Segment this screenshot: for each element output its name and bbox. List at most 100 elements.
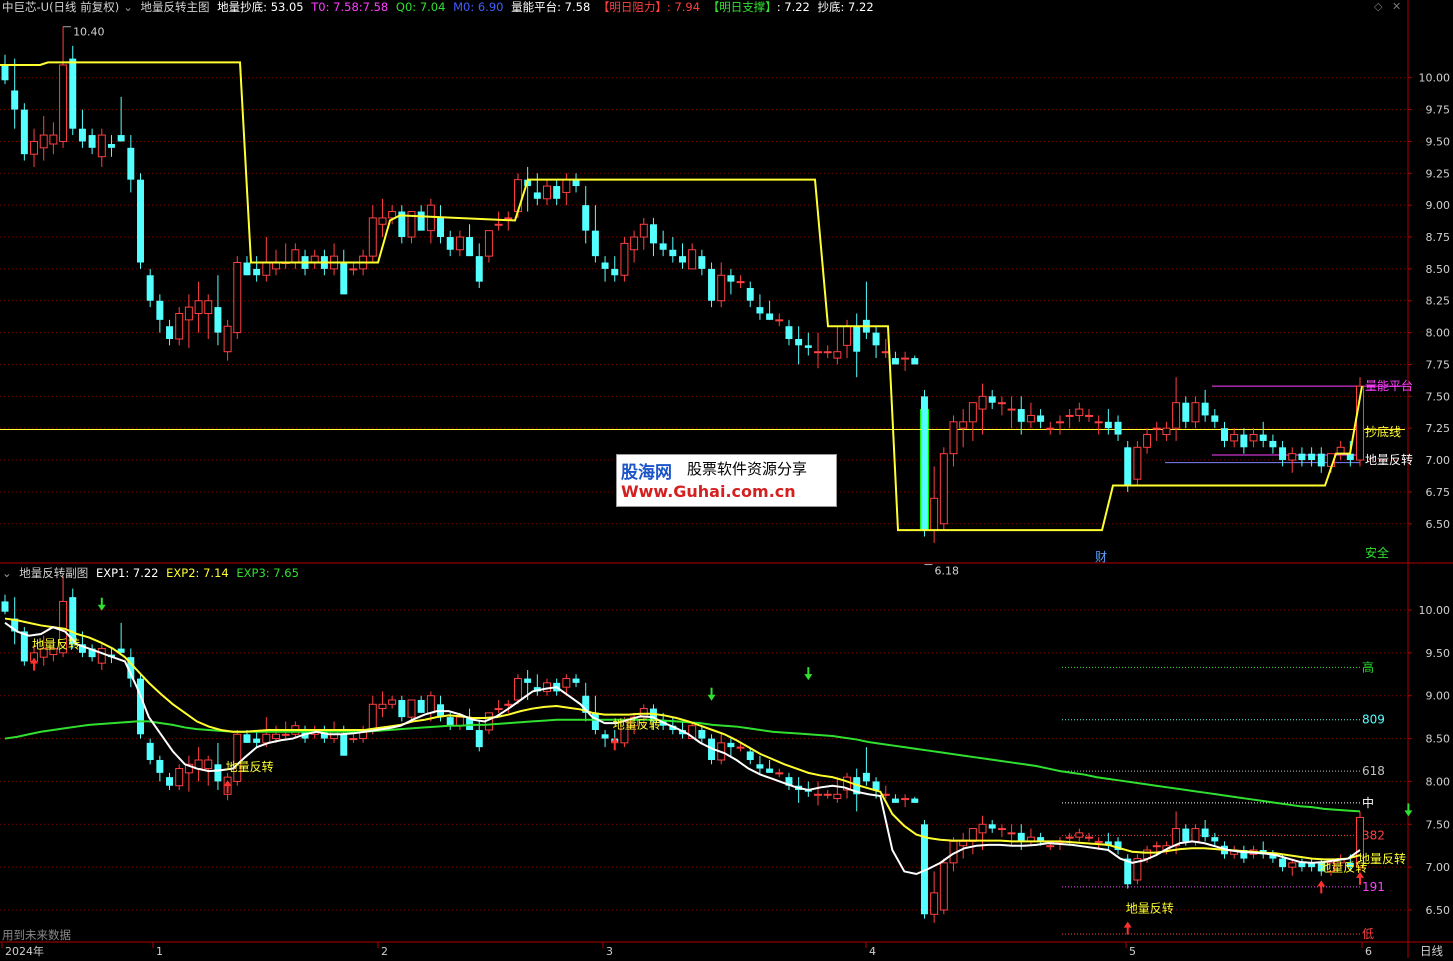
x-tick-label: 5 bbox=[1129, 945, 1136, 958]
main-candle-body bbox=[137, 179, 144, 263]
sub-candle-body bbox=[601, 734, 609, 739]
sub-candle-body bbox=[504, 703, 513, 706]
main-ytick-label: 7.25 bbox=[1426, 422, 1451, 435]
main-candle-body bbox=[717, 274, 726, 302]
main-candle-body bbox=[1201, 402, 1209, 416]
main-candle-body bbox=[949, 421, 958, 455]
sub-candle-body bbox=[814, 793, 822, 796]
exp2-value: 7.14 bbox=[203, 566, 229, 580]
main-candle-body bbox=[1249, 434, 1258, 442]
price-annotation: 6.18 bbox=[934, 565, 959, 578]
main-ytick-label: 9.50 bbox=[1426, 135, 1451, 148]
sub-collapse-icon[interactable]: ⌄ bbox=[2, 566, 12, 580]
main-ytick-label: 10.00 bbox=[1419, 72, 1451, 85]
collapse-icon[interactable]: ⌄ bbox=[123, 0, 133, 14]
main-candle-body bbox=[736, 281, 745, 284]
main-candle-body bbox=[39, 134, 48, 149]
sub-ytick-label: 8.00 bbox=[1426, 775, 1451, 788]
main-candle-body bbox=[340, 262, 348, 295]
sub-candle-body bbox=[417, 700, 425, 713]
main-candle-body bbox=[1046, 427, 1055, 430]
m0-label: M0: bbox=[453, 0, 478, 14]
fib-level-label: 低 bbox=[1362, 927, 1374, 941]
period-label[interactable]: 日线 bbox=[1420, 944, 1443, 958]
sub-candle-body bbox=[766, 768, 774, 773]
fib-level-label: 618 bbox=[1362, 764, 1385, 778]
price-annotation: 10.40 bbox=[73, 26, 105, 39]
close-icon[interactable]: ✕ bbox=[1392, 0, 1401, 13]
finance-marker: 财 bbox=[1095, 550, 1107, 564]
main-candle-body bbox=[911, 358, 919, 365]
main-candle-body bbox=[1037, 415, 1045, 422]
main-candle-body bbox=[649, 224, 657, 244]
right-level-label: 量能平台 bbox=[1365, 378, 1413, 393]
signal-label: 地量反转 bbox=[32, 637, 80, 652]
main-candle-body bbox=[166, 326, 174, 339]
sub-candle-body bbox=[214, 764, 222, 782]
main-candle-body bbox=[107, 143, 115, 148]
stock-title[interactable]: 中巨芯-U(日线 前复权) bbox=[2, 0, 119, 14]
main-ytick-label: 8.00 bbox=[1426, 327, 1451, 340]
sub-candle-body bbox=[233, 733, 242, 782]
main-ytick-label: 7.00 bbox=[1426, 454, 1451, 467]
main-candle-body bbox=[881, 351, 890, 354]
main-candle-body bbox=[194, 300, 203, 314]
main-candle-body bbox=[639, 223, 648, 238]
t0b-value: 7.58 bbox=[362, 0, 389, 14]
main-ytick-label: 8.25 bbox=[1426, 295, 1451, 308]
sub-candle-body bbox=[388, 699, 397, 705]
collapse-up-icon[interactable]: ◇ bbox=[1374, 0, 1382, 13]
sub-indicator-name[interactable]: 地量反转副图 bbox=[19, 566, 88, 580]
main-candle-body bbox=[959, 421, 968, 429]
sub-candle-body bbox=[1065, 836, 1074, 839]
main-candle-body bbox=[1279, 447, 1287, 461]
zc-label: 【明日支撑】 bbox=[707, 0, 777, 14]
main-candle-body bbox=[698, 256, 706, 269]
main-candle-body bbox=[446, 237, 454, 250]
q0-value: 7.04 bbox=[419, 0, 446, 14]
main-candle-body bbox=[727, 275, 735, 282]
sub-candle-body bbox=[1211, 837, 1219, 842]
main-candle-body bbox=[1221, 428, 1228, 441]
main-ytick-label: 7.75 bbox=[1426, 358, 1451, 371]
sub-candle-body bbox=[698, 730, 706, 739]
main-candle-body bbox=[843, 325, 852, 346]
sub-candle-body bbox=[968, 828, 977, 842]
sub-candle-body bbox=[262, 733, 271, 744]
main-candle-body bbox=[1143, 434, 1152, 448]
sub-candle-body bbox=[494, 708, 503, 711]
down-arrow-head bbox=[707, 694, 716, 701]
sub-candle-body bbox=[398, 700, 406, 718]
right-level-label: 地量反转 bbox=[1365, 452, 1413, 467]
main-candle-body bbox=[146, 275, 154, 301]
indicator-name[interactable]: 地量反转主图 bbox=[141, 0, 210, 14]
down-arrow-head bbox=[804, 674, 813, 681]
q0-label: Q0: bbox=[395, 0, 420, 14]
main-candle-body bbox=[175, 312, 184, 340]
sub-candle-body bbox=[833, 793, 842, 800]
fib-level-label: 382 bbox=[1362, 828, 1385, 842]
main-candle-body bbox=[1288, 453, 1297, 461]
main-candle-body bbox=[543, 185, 551, 200]
fib-level-label: 中 bbox=[1362, 795, 1374, 810]
main-candle-body bbox=[997, 402, 1006, 405]
sub-candle-body bbox=[1, 601, 9, 612]
dilc-label: 地量抄底: bbox=[217, 0, 271, 14]
dilc-value: 53.05 bbox=[270, 0, 304, 14]
sub-candle-body bbox=[407, 699, 416, 718]
main-candle-body bbox=[214, 307, 222, 333]
x-tick-label: 1 bbox=[156, 945, 163, 958]
m0-value: 6.90 bbox=[477, 0, 504, 14]
watermark-slogan: 股票软件资源分享 bbox=[687, 460, 808, 478]
main-candle-body bbox=[1065, 414, 1074, 417]
ln-value: 7.58 bbox=[564, 0, 591, 14]
main-candle-body bbox=[1230, 434, 1239, 442]
main-candle-body bbox=[1, 64, 9, 81]
sub-candle-body bbox=[513, 678, 522, 701]
fib-level-label: 191 bbox=[1362, 880, 1385, 894]
main-candle-body bbox=[1211, 415, 1219, 422]
main-candle-body bbox=[1259, 434, 1267, 441]
main-ytick-label: 6.75 bbox=[1426, 486, 1451, 499]
sub-candle-body bbox=[349, 738, 358, 741]
main-candle-body bbox=[620, 242, 629, 276]
